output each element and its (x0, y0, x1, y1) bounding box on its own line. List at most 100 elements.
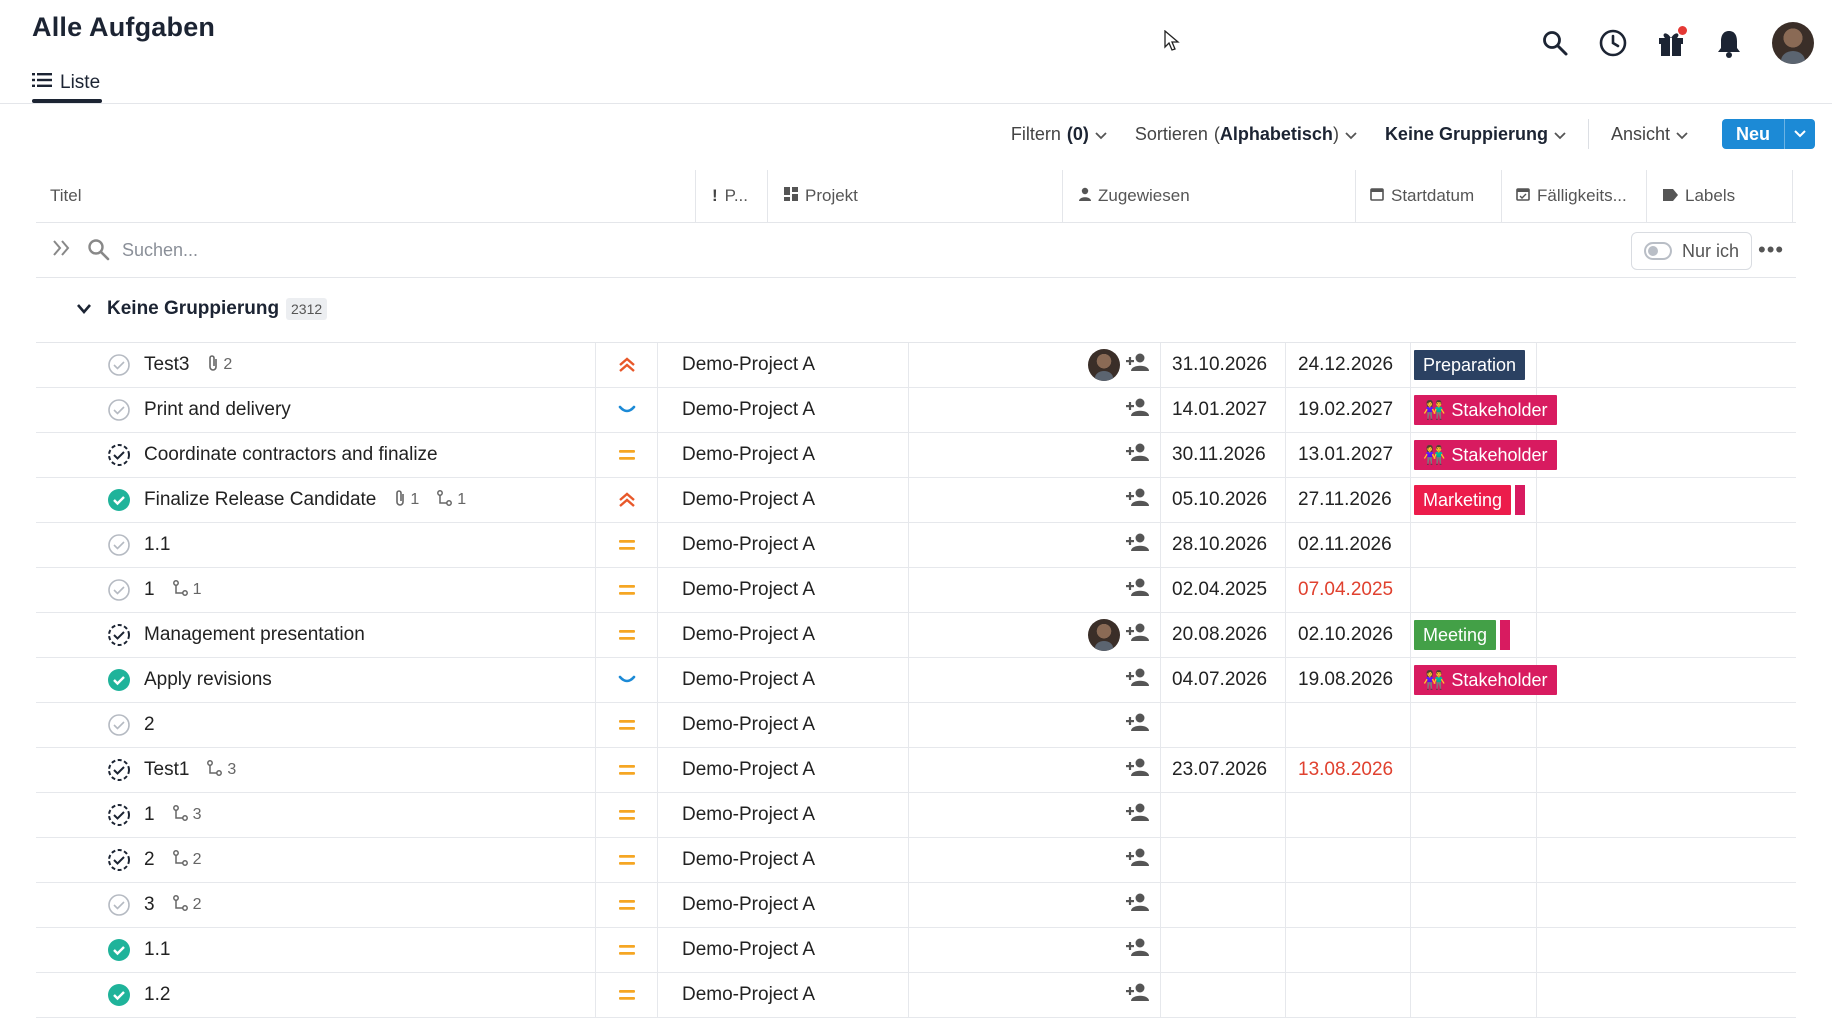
start-date[interactable]: 02.04.2025 (1172, 568, 1267, 612)
due-date[interactable]: 13.01.2027 (1298, 433, 1393, 477)
table-row[interactable]: Management presentation Demo-Project A 20.… (36, 613, 1796, 658)
add-assignee-icon[interactable] (1126, 487, 1150, 513)
label-tag[interactable]: 👫 Stakeholder (1414, 440, 1557, 470)
assignee-cell[interactable] (1046, 703, 1150, 747)
start-date[interactable]: 30.11.2026 (1172, 433, 1266, 477)
column-header-title[interactable]: Titel (50, 170, 82, 222)
add-assignee-icon[interactable] (1126, 352, 1150, 378)
status-done-icon[interactable] (106, 478, 132, 522)
priority-medium-icon[interactable] (607, 748, 647, 792)
add-assignee-icon[interactable] (1126, 622, 1150, 648)
task-title-cell[interactable]: 32 (144, 883, 201, 927)
label-tag[interactable]: Meeting (1414, 620, 1497, 650)
due-date[interactable]: 27.11.2026 (1298, 478, 1392, 522)
status-progress-icon[interactable] (106, 433, 132, 477)
priority-low-icon[interactable] (607, 388, 647, 432)
task-title-cell[interactable]: 1.1 (144, 928, 170, 972)
assignee-cell[interactable] (1046, 748, 1150, 792)
priority-medium-icon[interactable] (607, 703, 647, 747)
assignee-cell[interactable] (1046, 658, 1150, 702)
table-row[interactable]: 1 3 Demo-Project A (36, 793, 1796, 838)
column-header-project[interactable]: Projekt (784, 170, 858, 222)
add-assignee-icon[interactable] (1126, 802, 1150, 828)
sort-button[interactable]: Sortieren (Alphabetisch) (1121, 124, 1371, 145)
label-tag-more[interactable] (1515, 485, 1526, 515)
add-assignee-icon[interactable] (1126, 667, 1150, 693)
project-name[interactable]: Demo-Project A (682, 343, 815, 387)
status-open-icon[interactable] (106, 568, 132, 612)
add-assignee-icon[interactable] (1126, 442, 1150, 468)
task-title-cell[interactable]: Test1 3 (144, 748, 236, 792)
assignee-cell[interactable] (1046, 838, 1150, 882)
start-date[interactable]: 14.01.2027 (1172, 388, 1267, 432)
label-cell[interactable]: Meeting (1414, 613, 1511, 657)
priority-low-icon[interactable] (607, 658, 647, 702)
table-row[interactable]: 1 1 Demo-Project A 02.04.2025 07.04.2025 (36, 568, 1796, 613)
status-open-icon[interactable] (106, 343, 132, 387)
task-title-cell[interactable]: Management presentation (144, 613, 365, 657)
status-done-icon[interactable] (106, 658, 132, 702)
priority-high-icon[interactable] (607, 343, 647, 387)
column-header-assigned[interactable]: Zugewiesen (1079, 170, 1190, 222)
table-row[interactable]: 2 Demo-Project A (36, 703, 1796, 748)
chevron-down-icon[interactable] (1784, 119, 1815, 149)
task-title-cell[interactable]: Finalize Release Candidate 1 1 (144, 478, 466, 522)
project-name[interactable]: Demo-Project A (682, 523, 815, 567)
label-tag-more[interactable] (1500, 620, 1511, 650)
assignee-cell[interactable] (1046, 613, 1150, 657)
column-header-due[interactable]: Fälligkeits... (1516, 170, 1627, 222)
search-icon[interactable] (1540, 28, 1570, 58)
priority-high-icon[interactable] (607, 478, 647, 522)
start-date[interactable]: 20.08.2026 (1172, 613, 1267, 657)
project-name[interactable]: Demo-Project A (682, 973, 815, 1017)
column-header-labels[interactable]: Labels (1663, 170, 1735, 222)
assignee-cell[interactable] (1046, 973, 1150, 1017)
due-date[interactable]: 19.02.2027 (1298, 388, 1393, 432)
project-name[interactable]: Demo-Project A (682, 658, 815, 702)
start-date[interactable]: 04.07.2026 (1172, 658, 1267, 702)
status-open-icon[interactable] (106, 523, 132, 567)
project-name[interactable]: Demo-Project A (682, 793, 815, 837)
status-progress-icon[interactable] (106, 838, 132, 882)
start-date[interactable]: 28.10.2026 (1172, 523, 1267, 567)
assignee-cell[interactable] (1046, 478, 1150, 522)
status-progress-icon[interactable] (106, 613, 132, 657)
add-assignee-icon[interactable] (1126, 982, 1150, 1008)
project-name[interactable]: Demo-Project A (682, 388, 815, 432)
add-assignee-icon[interactable] (1126, 397, 1150, 423)
bell-icon[interactable] (1714, 28, 1744, 58)
task-title-cell[interactable]: 13 (144, 793, 201, 837)
priority-medium-icon[interactable] (607, 883, 647, 927)
assignee-cell[interactable] (1046, 343, 1150, 387)
task-title-cell[interactable]: 1.2 (144, 973, 170, 1017)
label-cell[interactable]: 👫 Stakeholder (1414, 658, 1557, 702)
task-title-cell[interactable]: Coordinate contractors and finalize (144, 433, 438, 477)
search-input[interactable] (120, 235, 624, 265)
history-clock-icon[interactable] (1598, 28, 1628, 58)
due-date[interactable]: 02.11.2026 (1298, 523, 1392, 567)
table-row[interactable]: Apply revisions Demo-Project A 04.07.2026 1… (36, 658, 1796, 703)
table-row[interactable]: 1.2 Demo-Project A (36, 973, 1796, 1018)
label-cell[interactable]: Marketing (1414, 478, 1526, 522)
more-options-icon[interactable]: ••• (1758, 237, 1784, 263)
due-date[interactable]: 07.04.2025 (1298, 568, 1393, 612)
task-title-cell[interactable]: Apply revisions (144, 658, 272, 702)
assignee-cell[interactable] (1046, 523, 1150, 567)
status-done-icon[interactable] (106, 928, 132, 972)
column-header-priority[interactable]: ! P... (712, 170, 748, 222)
due-date[interactable]: 13.08.2026 (1298, 748, 1393, 792)
table-row[interactable]: Coordinate contractors and finalize Demo-… (36, 433, 1796, 478)
project-name[interactable]: Demo-Project A (682, 883, 815, 927)
add-assignee-icon[interactable] (1126, 577, 1150, 603)
label-tag[interactable]: 👫 Stakeholder (1414, 665, 1557, 695)
add-assignee-icon[interactable] (1126, 892, 1150, 918)
priority-medium-icon[interactable] (607, 523, 647, 567)
status-open-icon[interactable] (106, 883, 132, 927)
due-date[interactable]: 24.12.2026 (1298, 343, 1393, 387)
assignee-cell[interactable] (1046, 568, 1150, 612)
assignee-cell[interactable] (1046, 793, 1150, 837)
due-date[interactable]: 19.08.2026 (1298, 658, 1393, 702)
task-title-cell[interactable]: 1.1 (144, 523, 170, 567)
priority-medium-icon[interactable] (607, 568, 647, 612)
gift-icon[interactable] (1656, 26, 1687, 58)
